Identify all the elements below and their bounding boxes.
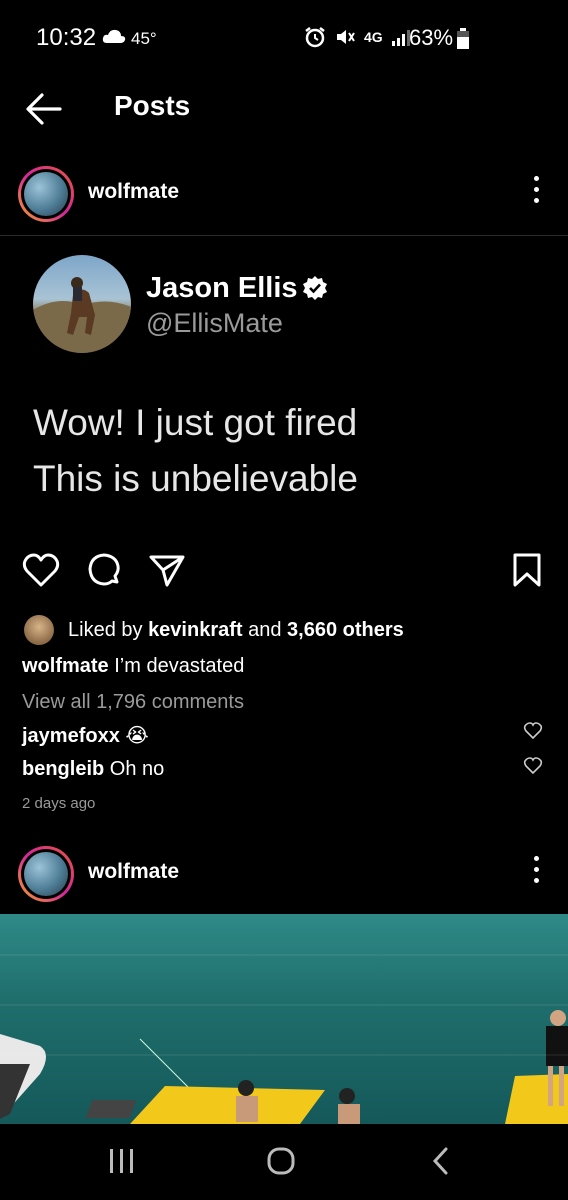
back-arrow-icon[interactable] [24,92,64,126]
caption-username[interactable]: wolfmate [22,655,109,677]
likes-user[interactable]: kevinkraft [148,619,243,641]
liker-avatar [24,615,54,645]
post-username[interactable]: wolfmate [88,180,179,204]
likes-others[interactable]: 3,660 others [287,619,404,641]
comment-like-heart-icon[interactable] [523,757,543,775]
likes-prefix: Liked by [68,619,149,641]
status-temperature: 45° [131,29,157,48]
tweet-author-name: Jason Ellis [146,272,298,304]
verified-badge-icon [303,276,327,300]
comment-icon[interactable] [86,552,122,588]
recent-apps-icon[interactable] [108,1146,136,1176]
status-icons: 4G [304,26,411,48]
tweet-avatar [33,255,131,353]
view-all-comments-link[interactable]: View all 1,796 comments [22,691,244,714]
caption-text: I’m devastated [108,655,245,677]
mute-icon [337,30,355,44]
tweet-text-line-2: This is unbelievable [33,458,358,499]
tweet-text-line-1: Wow! I just got fired [33,402,358,443]
post-actions [0,550,568,594]
battery-percent: 63% [409,25,454,50]
top-bar: Posts [0,76,568,142]
like-heart-icon[interactable] [22,552,60,588]
likes-middle: and [242,619,288,641]
page-title: Posts [114,90,191,121]
share-send-icon[interactable] [148,552,186,588]
back-nav-icon[interactable] [430,1146,452,1176]
post-header: wolfmate [0,156,568,226]
status-time: 10:32 [36,24,97,51]
comment-like-heart-icon[interactable] [523,722,543,740]
alarm-icon [305,27,325,48]
comment-username[interactable]: bengleib [22,758,104,780]
cloud-icon [102,29,126,43]
bookmark-icon[interactable] [512,552,542,588]
tweet-handle: @EllisMate [146,308,283,338]
status-bar: 10:32 45° 4G 63% [0,0,568,76]
home-icon[interactable] [266,1146,296,1176]
comment-text: Oh no [104,758,165,780]
system-nav-bar [0,1124,568,1200]
avatar[interactable] [18,846,74,902]
lake-scene [0,1010,568,1124]
comment-text: 😭 [119,725,149,747]
next-post-header: wolfmate [0,836,568,906]
more-options-icon[interactable] [530,176,542,206]
comment-item: bengleib Oh no [22,758,164,781]
next-post-image[interactable] [0,914,568,1124]
next-post-username[interactable]: wolfmate [88,860,179,884]
more-options-icon[interactable] [530,856,542,886]
likes-text: Liked by kevinkraft and 3,660 others [68,619,404,642]
avatar[interactable] [18,166,74,222]
network-type: 4G [364,29,383,45]
comment-item: jaymefoxx 😭 [22,723,149,748]
comment-username[interactable]: jaymefoxx [22,725,120,747]
likes-row[interactable]: Liked by kevinkraft and 3,660 others [0,614,568,646]
battery-icon [457,28,469,49]
caption: wolfmate I’m devastated [22,655,244,678]
post-image[interactable]: Jason Ellis @EllisMate Wow! I just got f… [0,236,568,536]
signal-icon [391,30,410,46]
post-timestamp: 2 days ago [22,795,96,812]
